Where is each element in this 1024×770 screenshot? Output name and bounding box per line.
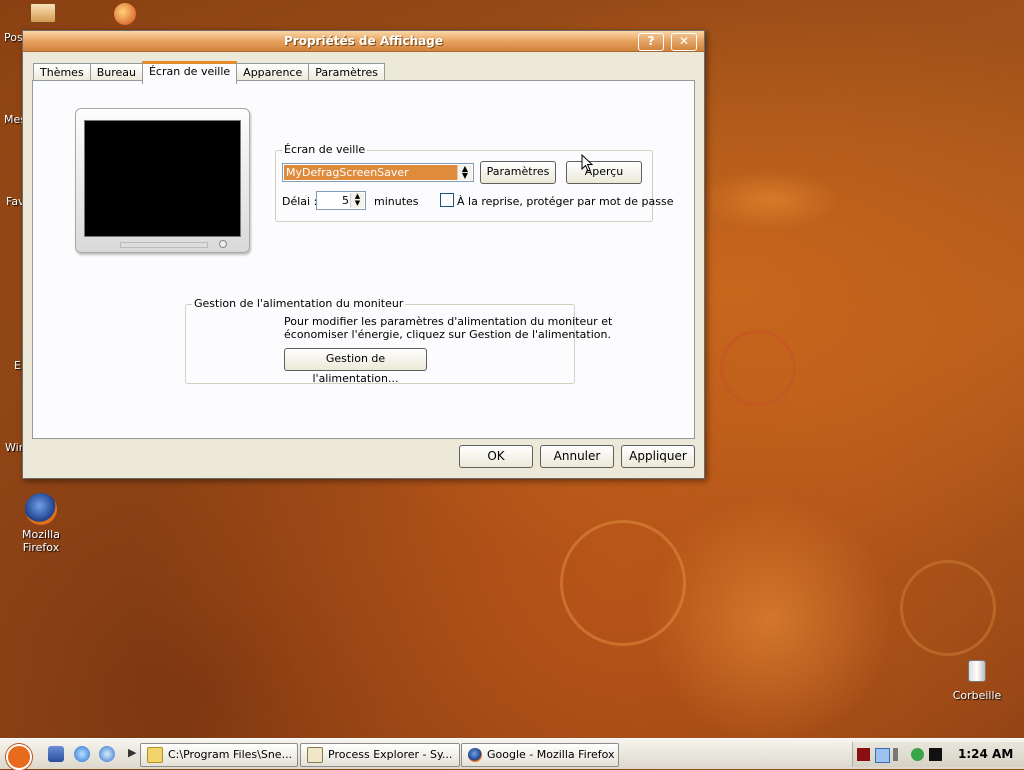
taskbar-button-process-explorer[interactable]: Process Explorer - Sy... <box>300 743 460 767</box>
tab-strip: Thèmes Bureau Écran de veille Apparence … <box>33 61 385 84</box>
desktop-label-partial[interactable]: E <box>14 359 21 372</box>
desktop-icon-shortcut[interactable] <box>114 3 136 25</box>
firefox-icon <box>25 493 57 525</box>
apply-button[interactable]: Appliquer <box>621 445 695 468</box>
folder-icon <box>147 747 163 763</box>
task-label: C:\Program Files\Sne... <box>168 748 293 761</box>
desktop-icon-firefox[interactable]: Mozilla Firefox <box>6 493 76 554</box>
power-description-line1: Pour modifier les paramètres d'alimentat… <box>284 315 613 328</box>
tab-screensaver[interactable]: Écran de veille <box>141 61 238 84</box>
recycle-bin-icon <box>968 660 986 682</box>
tray-app-icon[interactable] <box>857 748 870 761</box>
screensaver-select[interactable]: MyDefragScreenSaver ▲ ▼ <box>282 163 474 182</box>
wallpaper-swirl <box>640 500 900 740</box>
password-checkbox[interactable] <box>440 193 454 207</box>
monitor-preview <box>75 108 250 253</box>
taskbar: ▶ C:\Program Files\Sne... Process Explor… <box>0 738 1024 770</box>
quick-launch-more-icon[interactable]: ▶ <box>128 746 136 759</box>
clock[interactable]: 1:24 AM <box>958 747 1013 761</box>
network-icon[interactable] <box>911 748 924 761</box>
tab-panel: Écran de veille MyDefragScreenSaver ▲ ▼ P… <box>32 80 695 439</box>
tab-settings[interactable]: Paramètres <box>308 63 385 81</box>
mouse-cursor-icon <box>581 154 593 172</box>
monitor-power-led <box>219 240 227 248</box>
tab-desktop[interactable]: Bureau <box>89 63 143 81</box>
monitor-bezel-slot <box>120 242 208 248</box>
display-properties-dialog: Propriétés de Affichage ? ✕ Thèmes Burea… <box>22 30 705 479</box>
taskbar-button-firefox[interactable]: Google - Mozilla Firefox <box>461 743 619 767</box>
task-label: Process Explorer - Sy... <box>328 748 453 761</box>
wallpaper-swirl <box>720 330 796 406</box>
delay-value: 5 <box>342 194 349 207</box>
start-menu-icon[interactable] <box>6 744 32 770</box>
desktop-icon-label: Mozilla Firefox <box>22 528 60 554</box>
window-title: Propriétés de Affichage <box>284 34 443 48</box>
system-tray: 1:24 AM <box>852 742 1024 767</box>
desktop-icon-computer[interactable] <box>30 3 56 23</box>
tab-themes[interactable]: Thèmes <box>33 63 91 81</box>
help-button[interactable]: ? <box>638 33 664 51</box>
desktop-label-partial[interactable]: Pos <box>4 31 23 44</box>
cancel-button[interactable]: Annuler <box>540 445 614 468</box>
password-checkbox-label[interactable]: À la reprise, protéger par mot de passe <box>457 195 673 208</box>
task-label: Google - Mozilla Firefox <box>487 748 615 761</box>
title-bar[interactable]: Propriétés de Affichage ? ✕ <box>23 31 704 52</box>
wallpaper-swirl <box>700 170 840 230</box>
firefox-icon <box>468 748 482 762</box>
power-management-group: Gestion de l'alimentation du moniteur Po… <box>185 297 612 385</box>
delay-spinner[interactable]: 5 ▲ ▼ <box>316 191 366 210</box>
tray-monitor-icon[interactable] <box>875 748 890 763</box>
spinner-arrows-icon[interactable]: ▲ ▼ <box>350 193 364 208</box>
screensaver-preview-button[interactable]: Aperçu <box>566 161 642 184</box>
power-group-legend: Gestion de l'alimentation du moniteur <box>192 297 406 310</box>
show-desktop-icon[interactable] <box>48 746 64 762</box>
desktop-icon-label: Corbeille <box>952 689 1002 702</box>
volume-icon[interactable] <box>893 748 906 761</box>
desktop-icon-recycle-bin[interactable]: Corbeille <box>942 660 1012 702</box>
taskbar-button-explorer[interactable]: C:\Program Files\Sne... <box>140 743 298 767</box>
close-button[interactable]: ✕ <box>671 33 697 51</box>
screensaver-group-legend: Écran de veille <box>282 143 368 156</box>
screensaver-group: Écran de veille MyDefragScreenSaver ▲ ▼ P… <box>275 143 673 222</box>
wallpaper-swirl <box>900 560 996 656</box>
delay-label: Délai : <box>282 195 318 208</box>
select-updown-icon: ▲ ▼ <box>457 165 472 180</box>
tray-app-icon[interactable] <box>929 748 942 761</box>
media-player-icon[interactable] <box>99 746 115 762</box>
process-explorer-icon <box>307 747 323 763</box>
ok-button[interactable]: OK <box>459 445 533 468</box>
preview-screen <box>84 120 241 237</box>
screensaver-settings-button[interactable]: Paramètres <box>480 161 556 184</box>
delay-unit-label: minutes <box>374 195 419 208</box>
wallpaper-swirl <box>560 520 686 646</box>
power-description-line2: économiser l'énergie, cliquez sur Gestio… <box>284 328 611 341</box>
tab-appearance[interactable]: Apparence <box>236 63 310 81</box>
screensaver-select-value: MyDefragScreenSaver <box>284 165 458 180</box>
power-management-button[interactable]: Gestion de l'alimentation... <box>284 348 427 385</box>
internet-explorer-icon[interactable] <box>74 746 90 762</box>
